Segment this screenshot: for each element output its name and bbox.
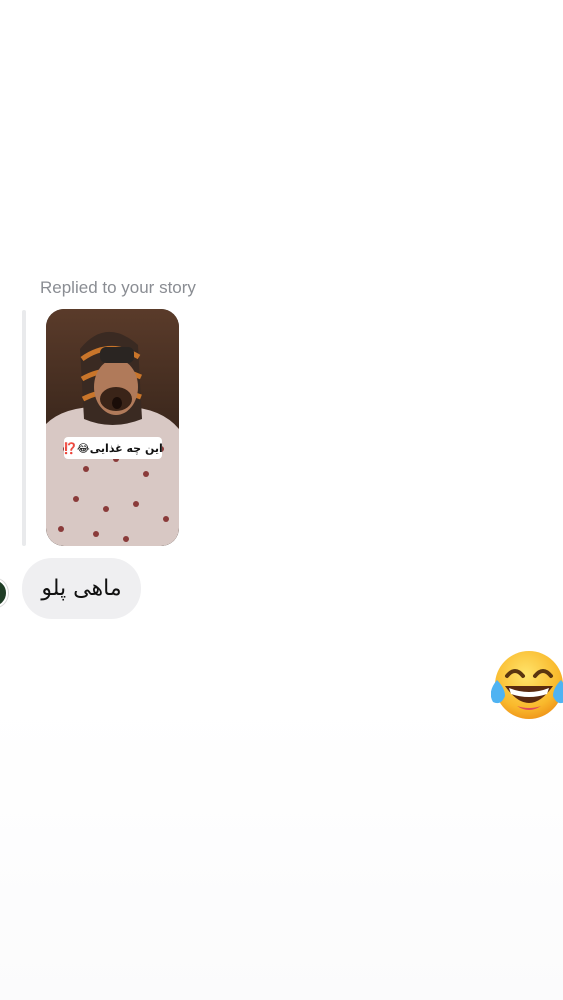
reply-label: Replied to your story — [40, 278, 196, 297]
message-bubble[interactable]: ماهی پلو — [22, 558, 141, 619]
story-preview[interactable]: این چه غذایی😂⁉️ — [46, 309, 179, 546]
face-with-tears-of-joy-icon[interactable] — [491, 648, 563, 722]
story-caption: این چه غذایی😂⁉️ — [63, 437, 163, 459]
story-thumbnail-image — [46, 309, 179, 546]
reply-quote-bar — [22, 310, 26, 546]
sender-avatar[interactable] — [0, 578, 8, 608]
